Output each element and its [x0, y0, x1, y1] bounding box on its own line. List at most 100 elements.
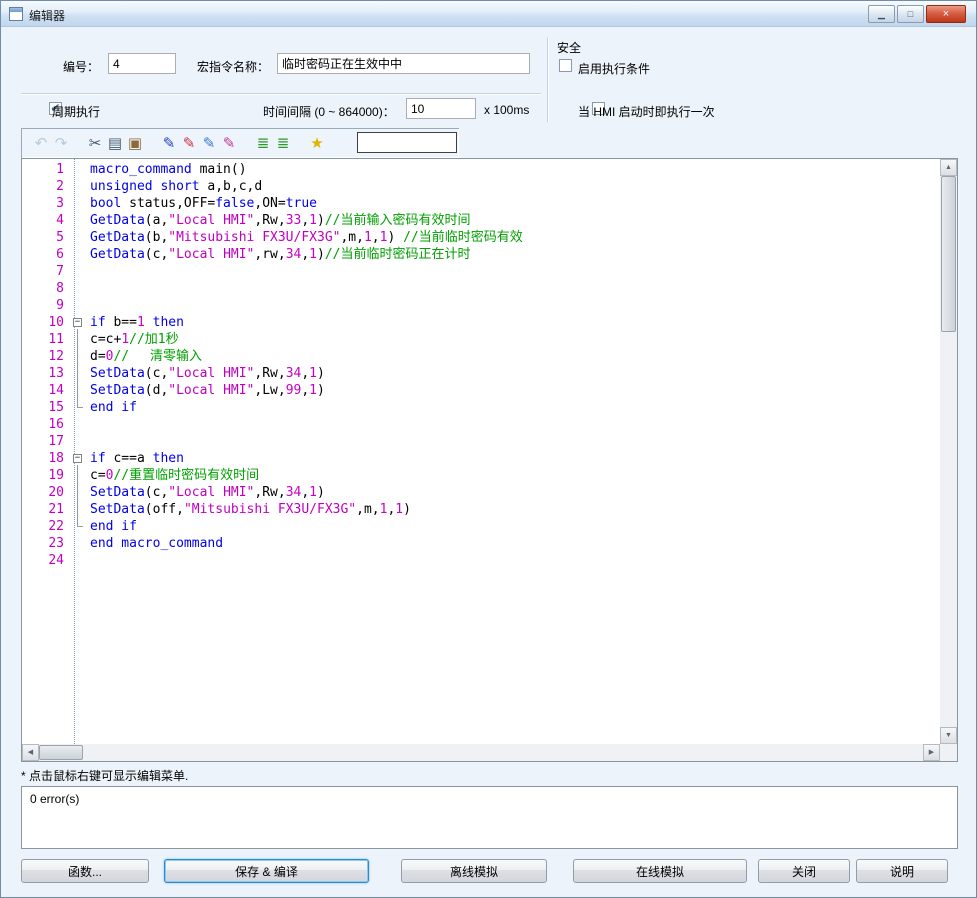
- interval-input[interactable]: [406, 98, 476, 119]
- code-line[interactable]: 16: [22, 416, 940, 433]
- maximize-button[interactable]: □: [897, 5, 924, 23]
- line-number: 3: [22, 195, 68, 212]
- undo-icon: ↶: [31, 134, 51, 152]
- code-line[interactable]: 6GetData(c,"Local HMI",rw,34,1)//当前临时密码正…: [22, 246, 940, 263]
- code-line[interactable]: 4GetData(a,"Local HMI",Rw,33,1)//当前输入密码有…: [22, 212, 940, 229]
- code-line[interactable]: 12d=0// 清零输入: [22, 348, 940, 365]
- code-line[interactable]: 17: [22, 433, 940, 450]
- code-line[interactable]: 19c=0//重置临时密码有效时间: [22, 467, 940, 484]
- code-editor[interactable]: 1macro_command main()2unsigned short a,b…: [21, 158, 958, 762]
- minimize-button[interactable]: ▁: [868, 5, 895, 23]
- line-number: 10: [22, 314, 68, 331]
- fold-gutter: [70, 297, 90, 314]
- pen-magenta-icon[interactable]: ✎: [219, 134, 239, 152]
- fold-gutter: [70, 535, 90, 552]
- macro-name-input[interactable]: [277, 53, 530, 74]
- code-line[interactable]: 11c=c+1//加1秒: [22, 331, 940, 348]
- code-line[interactable]: 8: [22, 280, 940, 297]
- code-text: c=c+1//加1秒: [90, 331, 179, 348]
- code-line[interactable]: 23end macro_command: [22, 535, 940, 552]
- window-title: 编辑器: [29, 7, 65, 24]
- code-line[interactable]: 15end if: [22, 399, 940, 416]
- toolbar-search-input[interactable]: [357, 132, 457, 153]
- line-number: 24: [22, 552, 68, 569]
- offline-simulation-button[interactable]: 离线模拟: [401, 859, 547, 883]
- code-line[interactable]: 7: [22, 263, 940, 280]
- pen-lightblue-icon[interactable]: ✎: [199, 134, 219, 152]
- code-line[interactable]: 3bool status,OFF=false,ON=true: [22, 195, 940, 212]
- scroll-right-icon[interactable]: ▶: [923, 744, 940, 761]
- close-dialog-button[interactable]: 关闭: [758, 859, 850, 883]
- code-text: GetData(c,"Local HMI",rw,34,1)//当前临时密码正在…: [90, 246, 470, 263]
- code-line[interactable]: 14SetData(d,"Local HMI",Lw,99,1): [22, 382, 940, 399]
- line-number: 17: [22, 433, 68, 450]
- code-line[interactable]: 22end if: [22, 518, 940, 535]
- vertical-scroll-thumb[interactable]: [941, 176, 956, 332]
- enable-exec-condition-checkbox[interactable]: [559, 59, 572, 72]
- line-number: 7: [22, 263, 68, 280]
- scroll-up-icon[interactable]: ▲: [940, 159, 957, 176]
- online-simulation-button[interactable]: 在线模拟: [573, 859, 747, 883]
- window-icon: [9, 7, 23, 21]
- compile-output-box: 0 error(s): [21, 786, 958, 849]
- cut-icon[interactable]: ✂: [85, 134, 105, 152]
- code-line[interactable]: 13SetData(c,"Local HMI",Rw,34,1): [22, 365, 940, 382]
- run-on-startup-label: 当 HMI 启动时即执行一次: [578, 103, 715, 120]
- fold-collapse-icon[interactable]: −: [70, 450, 90, 467]
- help-button[interactable]: 说明: [856, 859, 948, 883]
- fold-gutter: [70, 263, 90, 280]
- line-number: 12: [22, 348, 68, 365]
- code-line[interactable]: 1macro_command main(): [22, 161, 940, 178]
- fold-gutter: [70, 229, 90, 246]
- security-divider: [547, 37, 549, 122]
- code-area[interactable]: 1macro_command main()2unsigned short a,b…: [22, 159, 940, 744]
- fold-gutter: [70, 280, 90, 297]
- toolbar-icons: ↶↷✂▤▣✎✎✎✎≣≣★: [31, 128, 327, 158]
- line-number: 23: [22, 535, 68, 552]
- vertical-scrollbar[interactable]: ▲ ▼: [940, 159, 957, 744]
- fold-gutter: [70, 246, 90, 263]
- pen-red-icon[interactable]: ✎: [179, 134, 199, 152]
- code-text: end if: [90, 518, 137, 535]
- close-icon[interactable]: ×: [926, 5, 966, 23]
- redo-icon: ↷: [51, 134, 71, 152]
- interval-unit-label: x 100ms: [484, 103, 529, 117]
- code-line[interactable]: 24: [22, 552, 940, 569]
- uncomment-lines-icon[interactable]: ≣: [273, 134, 293, 152]
- code-text: SetData(off,"Mitsubishi FX3U/FX3G",m,1,1…: [90, 501, 411, 518]
- code-line[interactable]: 2unsigned short a,b,c,d: [22, 178, 940, 195]
- code-text: macro_command main(): [90, 161, 247, 178]
- code-line[interactable]: 20SetData(c,"Local HMI",Rw,34,1): [22, 484, 940, 501]
- scroll-down-icon[interactable]: ▼: [940, 727, 957, 744]
- code-text: if c==a then: [90, 450, 184, 467]
- horizontal-scroll-thumb[interactable]: [39, 745, 83, 760]
- magic-wand-icon[interactable]: ★: [307, 134, 327, 152]
- code-line[interactable]: 10−if b==1 then: [22, 314, 940, 331]
- horizontal-scrollbar[interactable]: ◀ ▶: [22, 744, 940, 761]
- titlebar: 编辑器 ▁ □ ×: [1, 1, 976, 27]
- code-line[interactable]: 5GetData(b,"Mitsubishi FX3U/FX3G",m,1,1)…: [22, 229, 940, 246]
- form-divider: [21, 93, 541, 95]
- periodic-exec-label: 周期执行: [52, 103, 100, 120]
- paste-icon[interactable]: ▣: [125, 134, 145, 152]
- copy-icon[interactable]: ▤: [105, 134, 125, 152]
- code-text: unsigned short a,b,c,d: [90, 178, 262, 195]
- pen-blue-icon[interactable]: ✎: [159, 134, 179, 152]
- fold-gutter: [70, 195, 90, 212]
- fold-gutter: [70, 433, 90, 450]
- fold-collapse-icon[interactable]: −: [70, 314, 90, 331]
- fold-gutter: [70, 382, 90, 399]
- line-number: 15: [22, 399, 68, 416]
- functions-button[interactable]: 函数...: [21, 859, 149, 883]
- code-line[interactable]: 18−if c==a then: [22, 450, 940, 467]
- fold-gutter: [70, 365, 90, 382]
- code-line[interactable]: 21SetData(off,"Mitsubishi FX3U/FX3G",m,1…: [22, 501, 940, 518]
- code-line[interactable]: 9: [22, 297, 940, 314]
- save-compile-button[interactable]: 保存 & 编译: [164, 859, 369, 883]
- scroll-left-icon[interactable]: ◀: [22, 744, 39, 761]
- line-number: 13: [22, 365, 68, 382]
- fold-gutter: [70, 348, 90, 365]
- macro-number-input[interactable]: [108, 53, 176, 74]
- comment-lines-icon[interactable]: ≣: [253, 134, 273, 152]
- line-number: 4: [22, 212, 68, 229]
